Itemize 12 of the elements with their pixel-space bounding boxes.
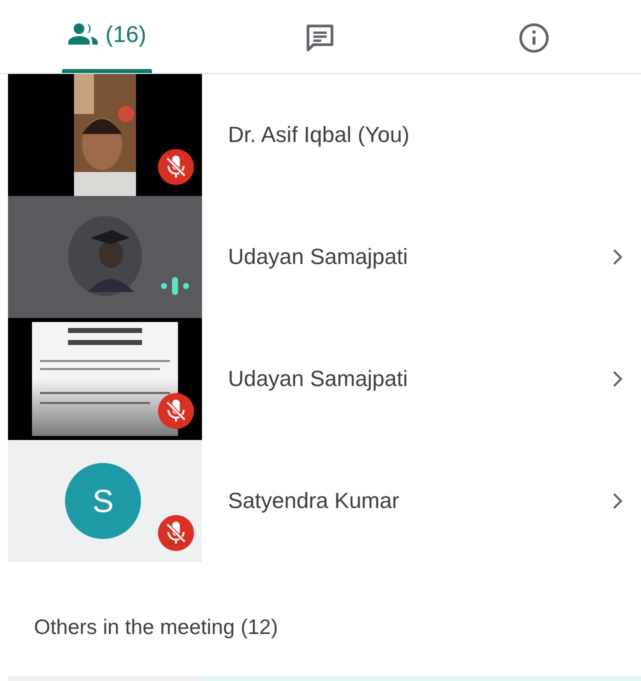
people-tab[interactable]: (16) — [63, 7, 150, 69]
chat-icon — [304, 22, 336, 54]
avatar: S — [65, 463, 141, 539]
chevron-icon[interactable] — [611, 369, 623, 389]
participant-name: Udayan Samajpati — [228, 366, 409, 392]
info-icon — [518, 22, 550, 54]
participant-name: Udayan Samajpati — [228, 244, 409, 270]
participant-name: Dr. Asif Iqbal (You) — [228, 122, 410, 148]
participant-name: Satyendra Kumar — [228, 488, 400, 514]
chevron-icon[interactable] — [611, 491, 623, 511]
section-heading: Others in the meeting (12) — [33, 615, 279, 641]
chevron-icon[interactable] — [611, 247, 623, 267]
